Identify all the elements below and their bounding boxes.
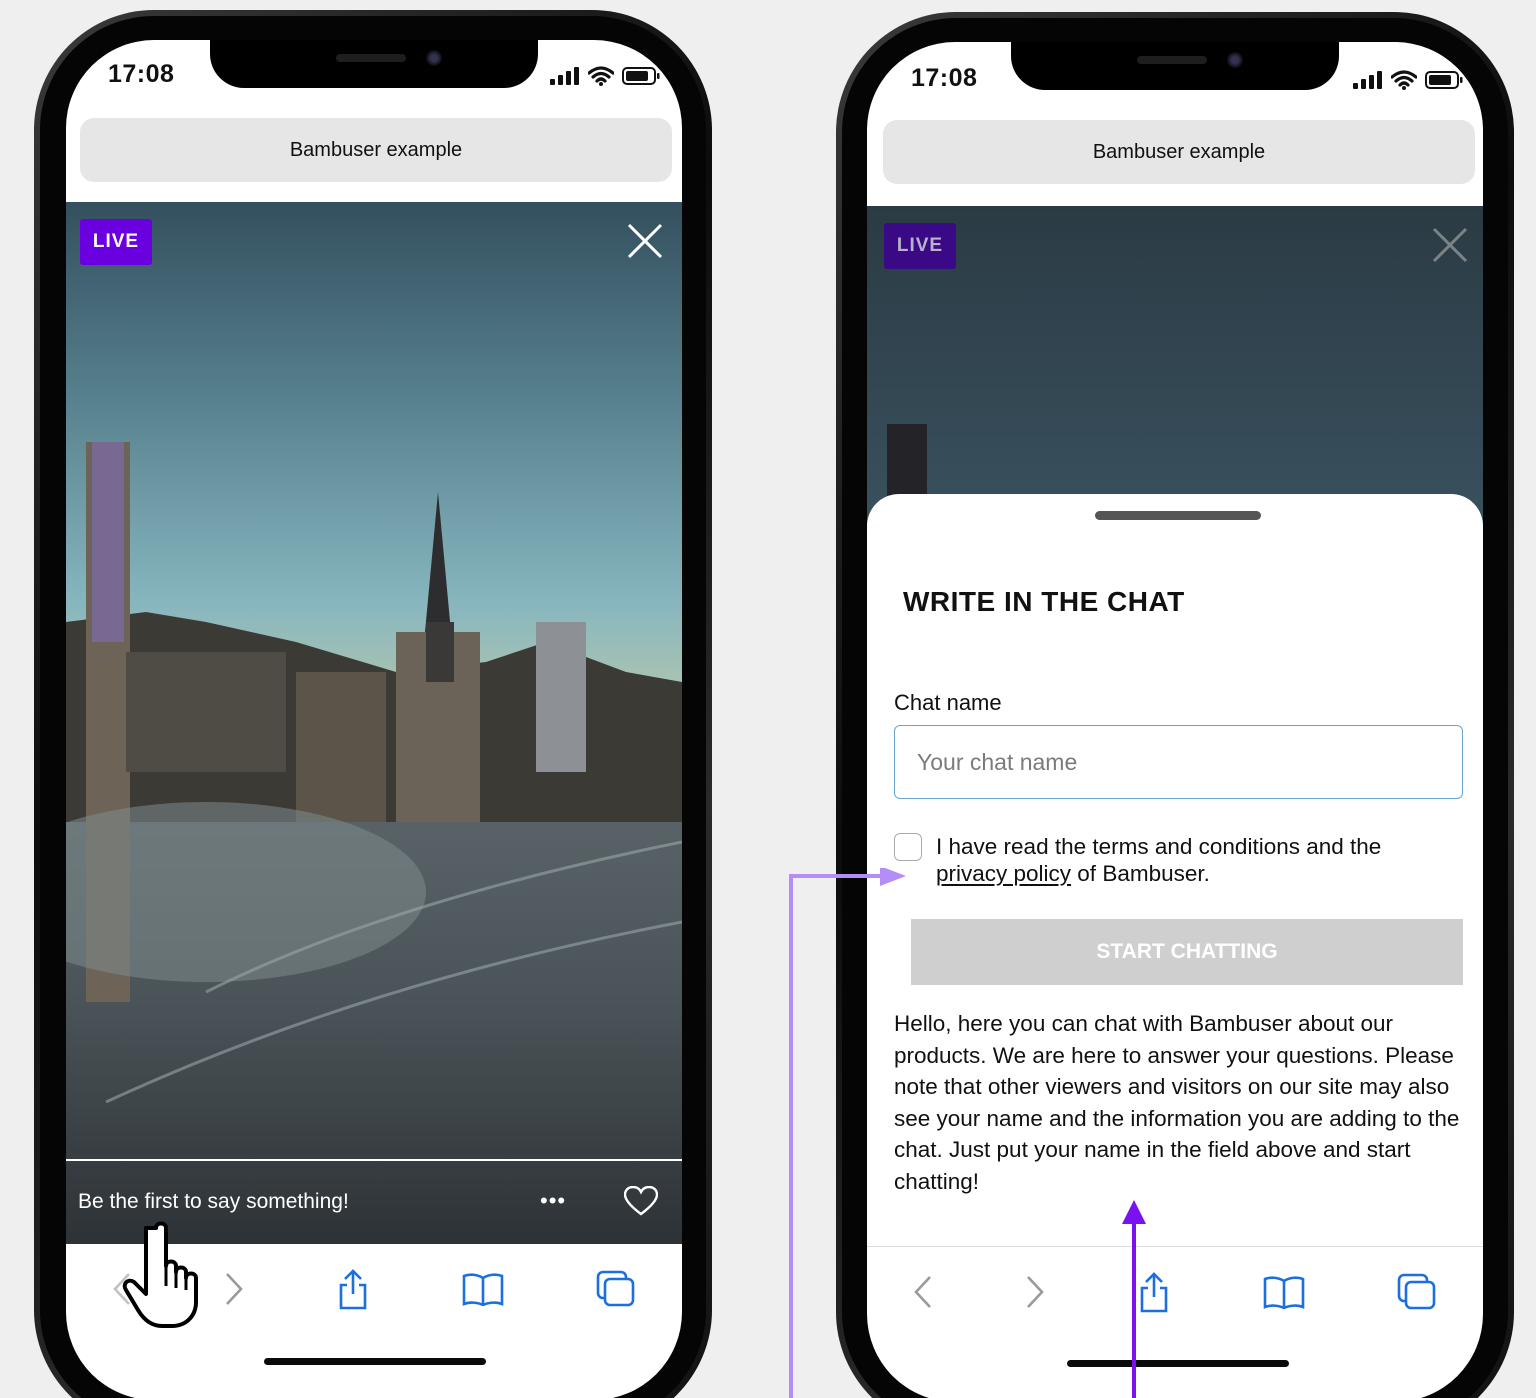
sheet-handle[interactable] — [1095, 511, 1261, 520]
consent-after: of Bambuser. — [1071, 861, 1210, 886]
sheet-title: WRITE IN THE CHAT — [903, 586, 1185, 617]
live-badge: LIVE — [884, 223, 956, 269]
signal-icon — [1353, 71, 1382, 89]
back-chevron-icon[interactable] — [913, 1275, 933, 1309]
hand-pointer-icon — [122, 1221, 198, 1328]
chat-name-label: Chat name — [894, 690, 1002, 715]
live-video[interactable]: LIVE Be the first to say something! ••• — [66, 202, 682, 1244]
wifi-icon — [1391, 70, 1417, 90]
screen-left: 17:08 Bambuser example LIVE Be the first… — [66, 40, 682, 1398]
share-icon[interactable] — [336, 1268, 370, 1310]
home-indicator — [1067, 1360, 1289, 1367]
address-bar[interactable]: Bambuser example — [883, 120, 1475, 184]
address-bar[interactable]: Bambuser example — [80, 118, 672, 182]
front-camera — [426, 50, 442, 66]
privacy-policy-link[interactable]: privacy policy — [936, 861, 1071, 886]
close-icon[interactable] — [1431, 226, 1469, 264]
tabs-icon[interactable] — [596, 1270, 636, 1308]
annotation-arrow-info — [1122, 1200, 1146, 1398]
chat-name-input[interactable] — [894, 725, 1463, 799]
annotation-arrow-consent — [789, 868, 906, 1398]
chat-prompt[interactable]: Be the first to say something! — [78, 1190, 349, 1214]
status-time: 17:08 — [911, 64, 978, 92]
start-chatting-button[interactable]: START CHATTING — [911, 919, 1463, 985]
forward-chevron-icon[interactable] — [1025, 1275, 1045, 1309]
status-time: 17:08 — [108, 60, 175, 88]
page-title: Bambuser example — [1092, 140, 1266, 163]
notch — [210, 40, 538, 88]
signal-icon — [550, 67, 579, 85]
cityscape — [66, 442, 682, 1161]
page-title: Bambuser example — [289, 138, 463, 161]
chat-info-text: Hello, here you can chat with Bambuser a… — [894, 1011, 1460, 1194]
more-button[interactable]: ••• — [540, 1188, 566, 1214]
status-icons — [1353, 70, 1463, 90]
home-indicator — [264, 1358, 486, 1365]
screen-right: 17:08 Bambuser example LIVE WRITE IN THE… — [867, 42, 1483, 1398]
close-icon[interactable] — [626, 222, 664, 260]
consent-text: I have read the terms and conditions and… — [936, 833, 1456, 887]
consent-before: I have read the terms and conditions and… — [936, 834, 1382, 859]
browser-toolbar — [867, 1247, 1483, 1337]
bookmarks-icon[interactable] — [1263, 1275, 1305, 1309]
notch — [1011, 42, 1339, 90]
speaker — [1137, 56, 1207, 64]
live-badge: LIVE — [80, 219, 152, 265]
front-camera — [1227, 52, 1243, 68]
forward-chevron-icon[interactable] — [224, 1272, 244, 1306]
wifi-icon — [588, 66, 614, 86]
bookmarks-icon[interactable] — [462, 1272, 504, 1306]
terms-checkbox[interactable] — [894, 833, 922, 861]
battery-icon — [1425, 71, 1463, 89]
tabs-icon[interactable] — [1397, 1273, 1437, 1311]
speaker — [336, 54, 406, 62]
battery-icon — [622, 67, 660, 85]
heart-icon[interactable] — [624, 1186, 658, 1216]
status-icons — [550, 66, 660, 86]
chat-sheet: WRITE IN THE CHAT Chat name I have read … — [867, 494, 1483, 1246]
